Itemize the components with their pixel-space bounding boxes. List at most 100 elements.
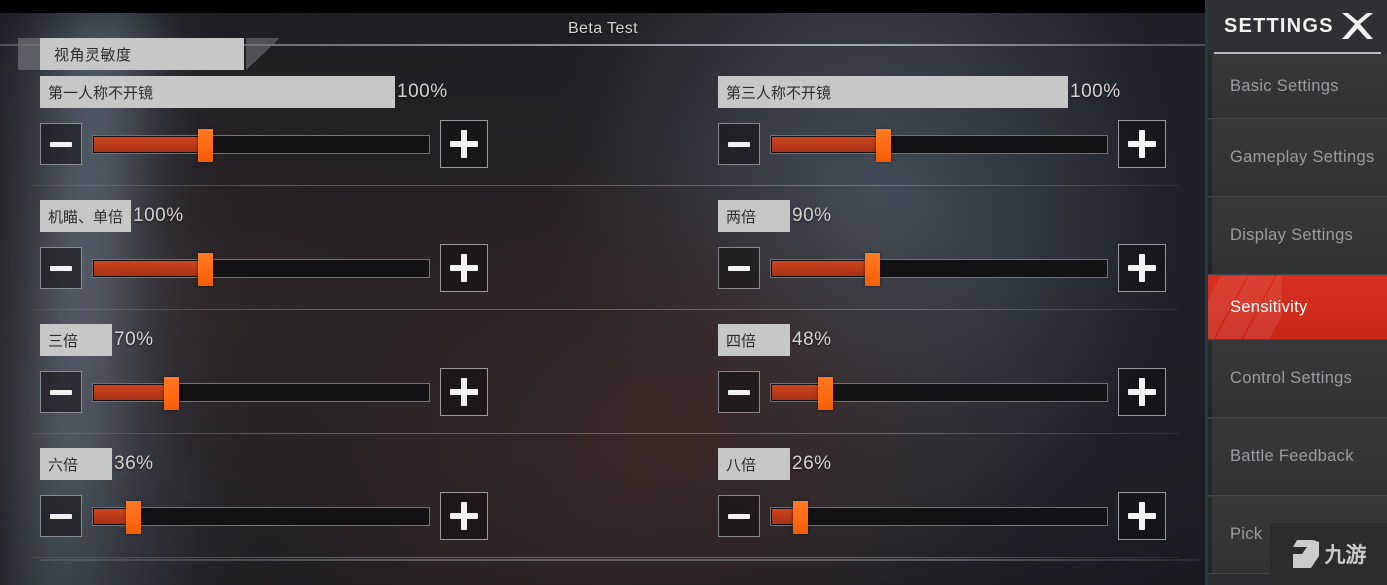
slider-thumb[interactable] [876,128,891,162]
sidebar-item-label: Display Settings [1230,226,1354,245]
decrement-button[interactable] [40,371,82,413]
slider-thumb[interactable] [198,128,213,162]
setting-label-box: 六倍 [40,448,112,480]
increment-button[interactable] [440,120,488,168]
slider-thumb[interactable] [817,376,833,410]
slider-track[interactable] [770,252,1108,286]
sidebar-item-sensitivity[interactable]: Sensitivity [1208,275,1387,340]
increment-button[interactable] [440,244,488,292]
setting-label-box: 八倍 [718,448,790,480]
sidebar-item-edge [1208,497,1212,573]
decrement-button[interactable] [718,495,760,537]
increment-button[interactable] [1118,492,1166,540]
slider-thumb[interactable] [198,252,213,286]
setting-label: 六倍 [48,455,79,474]
slider-thumb[interactable] [126,500,142,534]
slider-control [40,120,488,168]
setting-label: 八倍 [726,455,757,474]
slider-track[interactable] [770,376,1108,410]
slider-thumb[interactable] [164,376,180,410]
sidebar-item-label: Pick [1230,525,1263,544]
sensitivity-setting-left: 六倍 36% [32,434,492,558]
decrement-button[interactable] [40,123,82,165]
setting-label-line: 三倍 70% [40,324,154,356]
sidebar-item-control-settings[interactable]: Control Settings [1208,340,1387,418]
decrement-button[interactable] [718,247,760,289]
sidebar-item-edge [1208,419,1212,495]
decrement-button[interactable] [40,247,82,289]
sidebar-item-basic-settings[interactable]: Basic Settings [1208,54,1387,119]
minus-icon [728,513,750,519]
sidebar-header: SETTINGS [1208,0,1387,52]
sidebar-item-battle-feedback[interactable]: Battle Feedback [1208,418,1387,496]
minus-icon [50,389,72,395]
slider-control [40,492,488,540]
sensitivity-setting-right: 八倍 26% [710,434,1170,558]
slider-track-area[interactable] [92,371,430,413]
plus-icon-vertical [461,130,467,158]
game-settings-screen: Beta Test 视角灵敏度 第一人称不开镜 100% 第三人称不开镜 100% 机瞄… [0,0,1387,585]
sidebar-item-label: Basic Settings [1230,76,1339,95]
slider-track-area[interactable] [770,495,1108,537]
slider-thumb[interactable] [793,500,809,534]
settings-row: 三倍 70% 四倍 48% [0,310,1206,434]
sidebar-menu: Basic Settings Gameplay Settings Display S… [1208,54,1387,574]
setting-label-line: 第一人称不开镜 100% [40,76,448,108]
slider-track-area[interactable] [770,123,1108,165]
decrement-button[interactable] [40,495,82,537]
slider-control [718,120,1166,168]
increment-button[interactable] [440,368,488,416]
minus-icon [50,513,72,519]
watermark-text: 九游 [1324,543,1367,567]
plus-icon-vertical [461,378,467,406]
slider-track-area[interactable] [770,247,1108,289]
setting-value: 100% [1070,81,1121,102]
sensitivity-setting-left: 三倍 70% [32,310,492,434]
decrement-button[interactable] [718,371,760,413]
slider-control [40,368,488,416]
slider-track-area[interactable] [92,123,430,165]
setting-label-box: 两倍 [718,200,790,232]
sidebar-item-label: Gameplay Settings [1230,148,1375,167]
plus-icon-vertical [1139,378,1145,406]
setting-value: 100% [397,81,448,102]
increment-button[interactable] [1118,120,1166,168]
increment-button[interactable] [1118,244,1166,292]
slider-track[interactable] [92,252,430,286]
slider-track[interactable] [92,128,430,162]
setting-value: 48% [792,329,832,350]
slider-track[interactable] [92,376,430,410]
minus-icon [50,265,72,271]
sidebar-item-display-settings[interactable]: Display Settings [1208,197,1387,275]
setting-label: 三倍 [48,331,79,350]
close-x-icon[interactable] [1339,11,1375,41]
setting-value: 70% [114,329,154,350]
sensitivity-setting-left: 机瞄、单倍 100% [32,186,492,310]
plus-icon-vertical [1139,130,1145,158]
slider-track[interactable] [770,500,1108,534]
slider-control [40,244,488,292]
setting-label-box: 机瞄、单倍 [40,200,132,232]
setting-label-box: 第三人称不开镜 [718,76,1068,108]
slider-fill [94,136,204,152]
minus-icon [728,389,750,395]
sensitivity-settings-grid: 第一人称不开镜 100% 第三人称不开镜 100% 机瞄、单倍 100% 两倍 90% 三倍 70… [0,62,1206,562]
setting-label-box: 四倍 [718,324,790,356]
setting-label: 四倍 [726,331,757,350]
slider-track-area[interactable] [770,371,1108,413]
slider-track-area[interactable] [92,495,430,537]
slider-control [718,244,1166,292]
slider-thumb[interactable] [864,252,880,286]
slider-track[interactable] [770,128,1108,162]
decrement-button[interactable] [718,123,760,165]
minus-icon [50,141,72,147]
sidebar-item-edge [1208,55,1212,118]
jiuyou-watermark: 九游 [1270,523,1387,585]
slider-track-area[interactable] [92,247,430,289]
increment-button[interactable] [1118,368,1166,416]
jiuyou-logo-icon [1292,540,1319,568]
slider-track[interactable] [92,500,430,534]
sidebar-item-gameplay-settings[interactable]: Gameplay Settings [1208,119,1387,197]
sensitivity-setting-right: 四倍 48% [710,310,1170,434]
increment-button[interactable] [440,492,488,540]
